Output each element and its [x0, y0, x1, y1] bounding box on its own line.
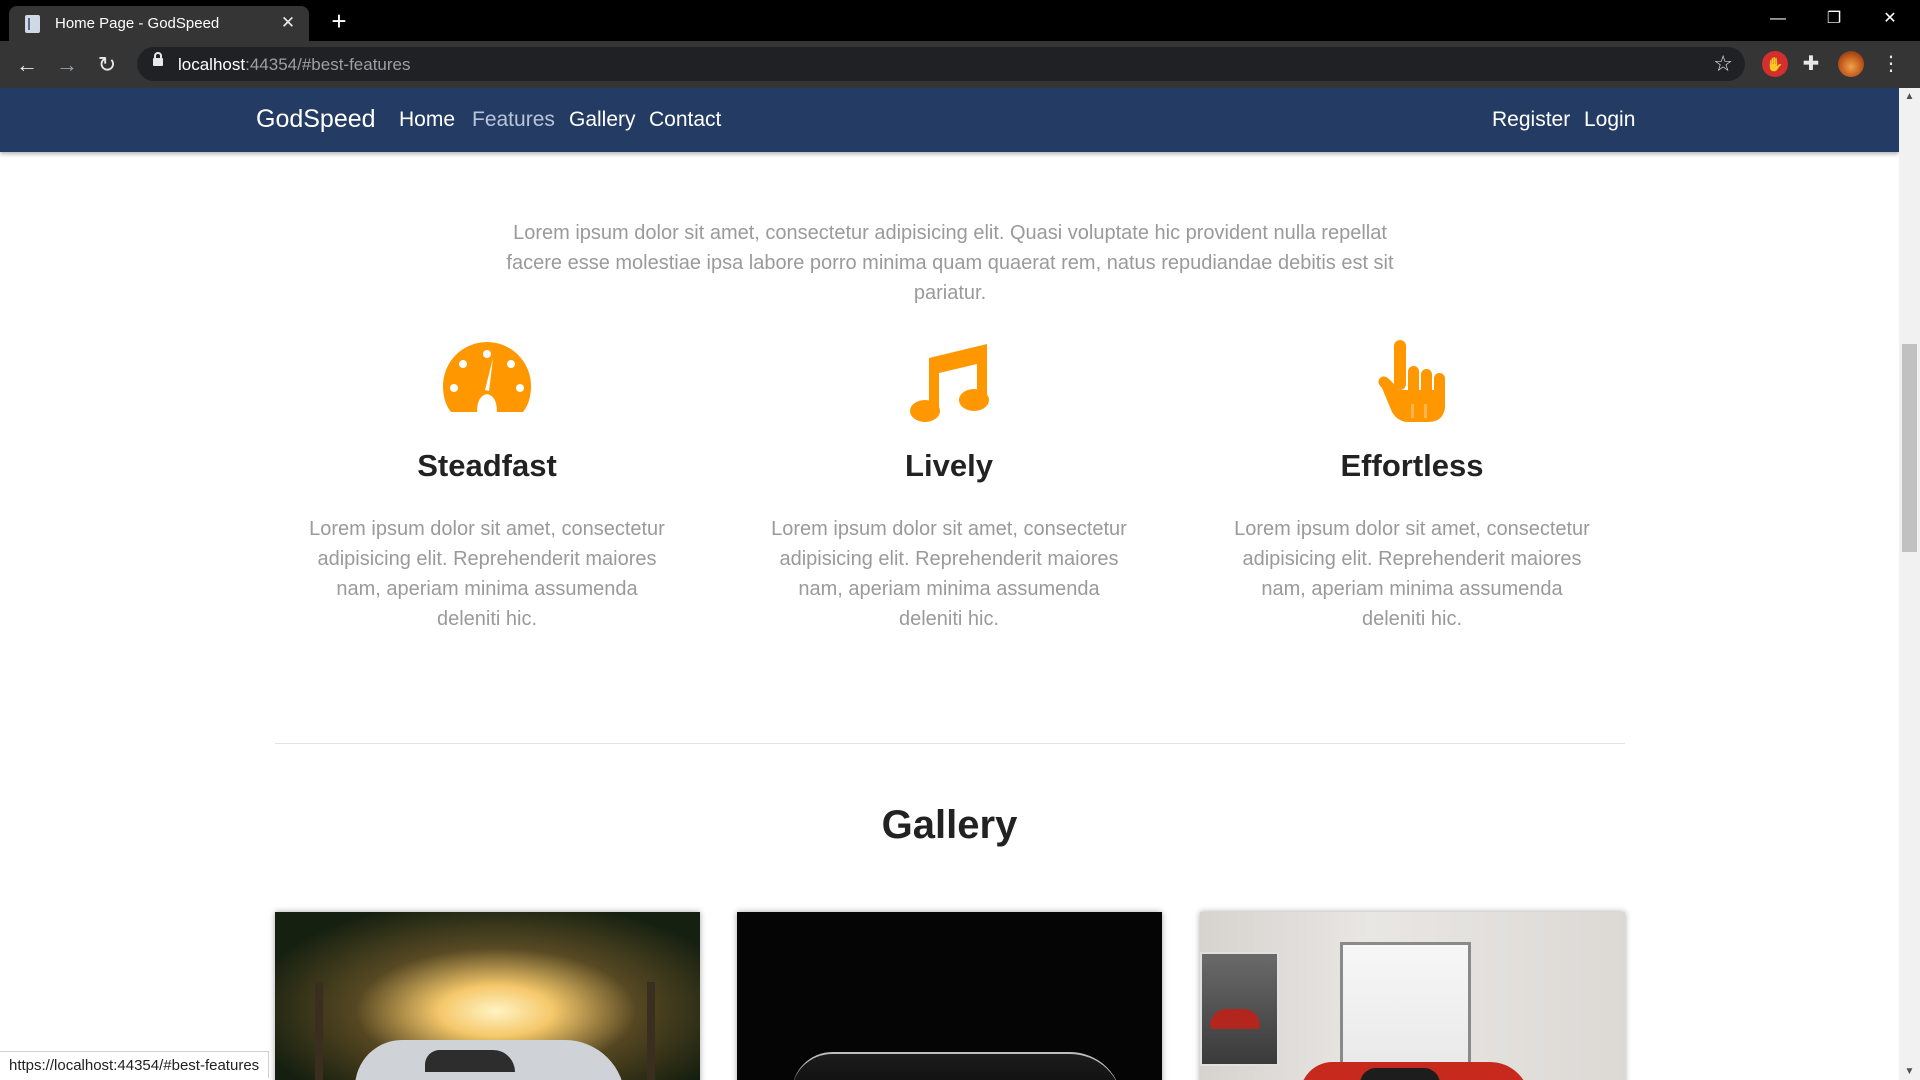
profile-avatar[interactable] — [1838, 51, 1864, 77]
puzzle-icon[interactable]: ✚ — [1798, 51, 1824, 77]
address-bar[interactable]: localhost:44354/#best-features ☆ — [137, 47, 1745, 81]
extension-icon[interactable]: ✋ — [1762, 51, 1788, 77]
music-note-icon — [910, 344, 989, 422]
features-intro-text: Lorem ipsum dolor sit amet, consectetur … — [506, 222, 1394, 304]
page-favicon-icon — [25, 15, 40, 33]
gallery-image-car-garage[interactable] — [1200, 912, 1625, 1080]
url-text[interactable]: localhost:44354/#best-features — [178, 55, 411, 75]
scrollbar-thumb[interactable] — [1902, 344, 1917, 552]
photo-tree — [315, 982, 323, 1080]
photo-car — [355, 1040, 625, 1080]
photo-car — [792, 1052, 1122, 1080]
feature-effortless: Effortless Lorem ipsum dolor sit amet, c… — [1212, 336, 1612, 634]
photo-car — [1300, 1062, 1530, 1080]
tab-title: Home Page - GodSpeed — [55, 15, 220, 32]
gallery-image-car-sunset[interactable] — [275, 912, 700, 1080]
lock-icon[interactable] — [153, 52, 163, 66]
page-viewport: GodSpeed Home Features Gallery Contact R… — [0, 88, 1899, 1080]
feature-text: Lorem ipsum dolor sit amet, consectetur … — [1234, 518, 1590, 630]
speedometer-icon — [443, 342, 531, 412]
gallery-image-car-dark[interactable] — [737, 912, 1162, 1080]
restore-window-icon[interactable]: ❐ — [1806, 0, 1862, 38]
photo-window — [1340, 942, 1471, 1080]
url-path: :44354/#best-features — [245, 55, 411, 74]
feature-text: Lorem ipsum dolor sit amet, consectetur … — [771, 518, 1127, 630]
feature-title: Lively — [905, 448, 993, 483]
feature-title: Effortless — [1340, 448, 1484, 483]
brand-link[interactable]: GodSpeed — [256, 105, 376, 134]
nav-home[interactable]: Home — [399, 108, 455, 132]
status-bar-link-preview: https://localhost:44354/#best-features — [0, 1051, 270, 1078]
browser-tab-strip: Home Page - GodSpeed ✕ + — ❐ ✕ — [0, 0, 1920, 41]
reload-icon[interactable]: ↻ — [93, 51, 121, 79]
scroll-down-arrow-icon[interactable]: ▼ — [1899, 1063, 1920, 1080]
close-window-icon[interactable]: ✕ — [1862, 0, 1918, 38]
minimize-window-icon[interactable]: — — [1750, 0, 1806, 38]
bookmark-star-icon[interactable]: ☆ — [1713, 51, 1733, 77]
site-navbar: GodSpeed Home Features Gallery Contact R… — [0, 88, 1899, 152]
photo-wall-frame — [1200, 952, 1279, 1066]
nav-gallery[interactable]: Gallery — [569, 108, 636, 132]
new-tab-button[interactable]: + — [324, 6, 354, 36]
gallery-heading: Gallery — [881, 803, 1018, 847]
feature-text: Lorem ipsum dolor sit amet, consectetur … — [309, 518, 665, 630]
forward-icon[interactable]: → — [53, 51, 81, 79]
nav-login[interactable]: Login — [1584, 108, 1635, 132]
close-tab-icon[interactable]: ✕ — [277, 12, 299, 34]
nav-features[interactable]: Features — [472, 108, 555, 132]
scroll-up-arrow-icon[interactable]: ▲ — [1899, 88, 1920, 105]
url-host: localhost — [178, 55, 246, 74]
feature-title: Steadfast — [417, 448, 557, 483]
browser-tab[interactable]: Home Page - GodSpeed ✕ — [9, 6, 309, 41]
photo-tree — [647, 982, 655, 1080]
nav-contact[interactable]: Contact — [649, 108, 721, 132]
pointing-hand-icon — [1378, 340, 1445, 422]
page-scrollbar[interactable]: ▲ ▼ — [1899, 88, 1920, 1080]
feature-lively: Lively Lorem ipsum dolor sit amet, conse… — [749, 336, 1149, 634]
feature-steadfast: Steadfast Lorem ipsum dolor sit amet, co… — [287, 336, 687, 634]
section-divider — [275, 743, 1625, 744]
back-icon[interactable]: ← — [13, 51, 41, 79]
menu-icon[interactable]: ⋮ — [1878, 51, 1904, 77]
nav-register[interactable]: Register — [1492, 108, 1570, 132]
browser-toolbar: ← → ↻ localhost:44354/#best-features ☆ ✋… — [0, 41, 1920, 88]
